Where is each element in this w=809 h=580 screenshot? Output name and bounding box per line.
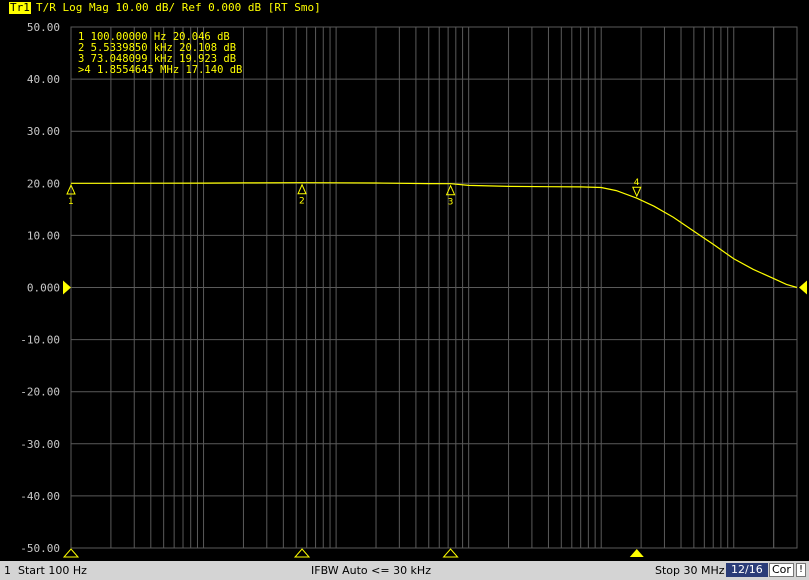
marker-4-label: 4 bbox=[634, 178, 640, 188]
start-frequency[interactable]: 1 Start 100 Hz bbox=[4, 564, 87, 577]
y-tick-label: 20.00 bbox=[27, 177, 60, 190]
y-tick-label: 10.00 bbox=[27, 229, 60, 242]
marker-1-stimulus-triangle[interactable] bbox=[62, 548, 80, 558]
marker-4-pointer[interactable] bbox=[632, 186, 642, 198]
warning-indicator[interactable]: ! bbox=[796, 563, 806, 577]
marker-2-label: 2 bbox=[299, 197, 305, 207]
marker-readout-4: >4 1.8554645 MHz 17.140 dB bbox=[78, 64, 242, 76]
correction-badge[interactable]: Cor bbox=[769, 563, 794, 577]
marker-4-stimulus-triangle[interactable] bbox=[629, 549, 644, 557]
y-tick-label: 30.00 bbox=[27, 125, 60, 138]
y-tick-label: 0.000 bbox=[27, 282, 60, 295]
status-bar: 1 Start 100 Hz IFBW Auto <= 30 kHz Stop … bbox=[0, 561, 809, 580]
marker-3-stimulus-triangle[interactable] bbox=[442, 548, 459, 558]
y-tick-label: -50.00 bbox=[20, 542, 60, 555]
y-tick-label: -30.00 bbox=[20, 438, 60, 451]
marker-2-pointer[interactable] bbox=[297, 183, 307, 195]
y-tick-label: -20.00 bbox=[20, 386, 60, 399]
marker-1-label: 1 bbox=[68, 197, 74, 207]
trace-format-info: T/R Log Mag 10.00 dB/ Ref 0.000 dB [RT S… bbox=[36, 1, 321, 14]
y-tick-label: -40.00 bbox=[20, 490, 60, 503]
reference-level-arrow-right[interactable] bbox=[799, 280, 807, 295]
trace-tag[interactable]: Tr1 bbox=[9, 2, 31, 14]
channel-page-badge[interactable]: 12/16 bbox=[726, 563, 768, 577]
trace-plot[interactable]: 50.00 40.00 30.00 20.00 10.00 0.000 -10.00 -20.… bbox=[0, 0, 809, 561]
ifbw-setting[interactable]: IFBW Auto <= 30 kHz bbox=[311, 564, 431, 577]
trace-title-bar: Tr1 T/R Log Mag 10.00 dB/ Ref 0.000 dB [… bbox=[0, 0, 809, 16]
marker-2-stimulus-triangle[interactable] bbox=[293, 548, 311, 558]
y-tick-label: 50.00 bbox=[27, 21, 60, 34]
stop-frequency[interactable]: Stop 30 MHz bbox=[655, 564, 725, 577]
y-tick-label: 40.00 bbox=[27, 73, 60, 86]
reference-level-arrow-left[interactable] bbox=[63, 280, 71, 295]
y-tick-label: -10.00 bbox=[20, 334, 60, 347]
marker-3-label: 3 bbox=[448, 198, 454, 208]
